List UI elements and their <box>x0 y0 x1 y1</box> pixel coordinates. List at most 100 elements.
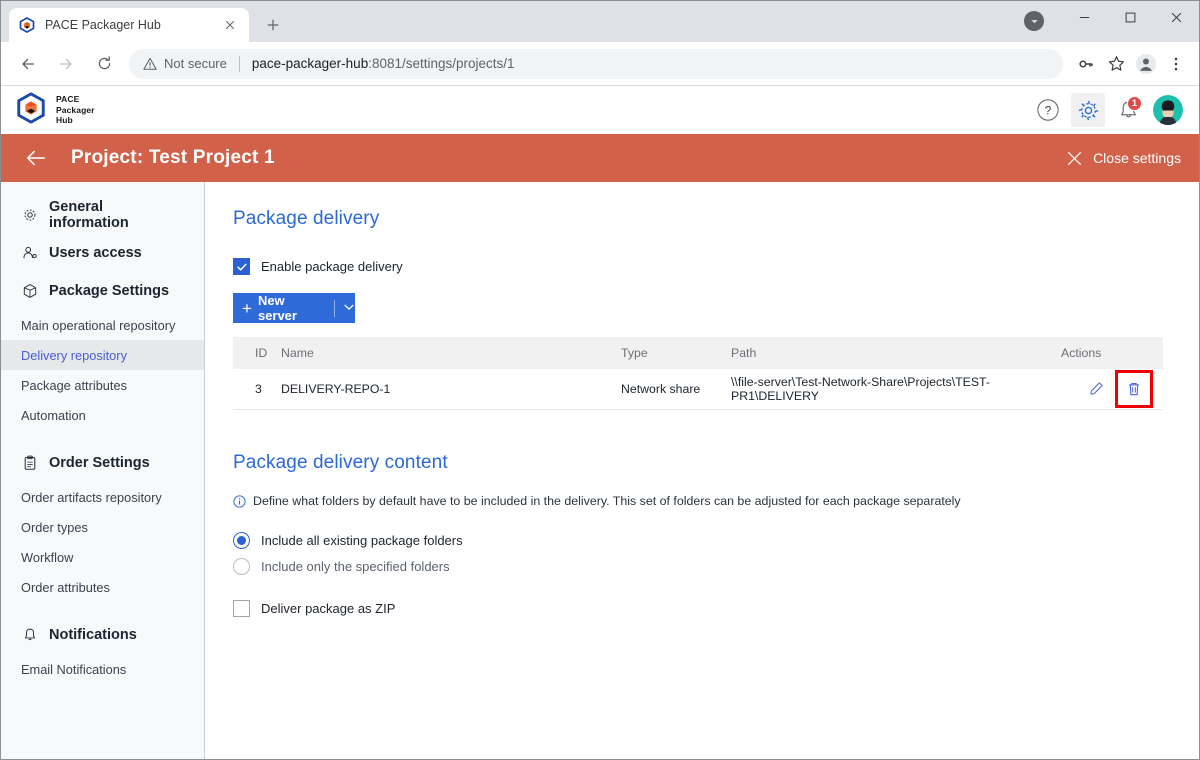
sidebar-item-label: General information <box>49 199 129 231</box>
new-server-label: New server <box>257 293 297 323</box>
sidebar-item-workflow[interactable]: Workflow <box>1 542 204 572</box>
sidebar-item-package-attributes[interactable]: Package attributes <box>1 370 204 400</box>
trash-delete-icon[interactable] <box>1123 378 1145 400</box>
package-delivery-content-section: Package delivery content Define what fol… <box>233 452 1169 617</box>
radio-selected-icon <box>233 532 250 549</box>
sidebar-item-notifications[interactable]: Notifications <box>1 616 204 654</box>
cell-name: DELIVERY-REPO-1 <box>275 369 615 410</box>
sidebar-item-label: Main operational repository <box>21 317 176 333</box>
minimize-icon[interactable] <box>1061 1 1107 33</box>
sidebar-item-order-settings[interactable]: Order Settings <box>1 444 204 482</box>
sidebar-item-label: Notifications <box>49 627 137 643</box>
radio-label: Include only the specified folders <box>261 559 450 574</box>
new-tab-button[interactable] <box>259 11 287 39</box>
table-row[interactable]: 3 DELIVERY-REPO-1 Network share \\file-s… <box>233 369 1163 410</box>
star-icon[interactable] <box>1101 49 1131 79</box>
help-button[interactable]: ? <box>1031 93 1065 127</box>
cell-actions <box>1055 369 1163 410</box>
radio-include-all-folders[interactable]: Include all existing package folders <box>233 528 1169 554</box>
sidebar-item-order-attributes[interactable]: Order attributes <box>1 572 204 602</box>
settings-body: General information Users access Package… <box>1 182 1199 759</box>
sidebar-item-order-artifacts-repository[interactable]: Order artifacts repository <box>1 482 204 512</box>
cell-id: 3 <box>233 369 275 410</box>
address-bar[interactable]: Not secure pace-packager-hub:8081/settin… <box>129 48 1063 79</box>
settings-content: Package delivery Enable package delivery… <box>205 182 1199 759</box>
table-header-row: ID Name Type Path Actions <box>233 337 1163 369</box>
sidebar-item-automation[interactable]: Automation <box>1 400 204 430</box>
header-actions: ? 1 <box>1031 93 1185 127</box>
url-path: :8081/settings/projects/1 <box>368 56 515 71</box>
sidebar-item-label: Delivery repository <box>21 347 127 363</box>
cell-path: \\file-server\Test-Network-Share\Project… <box>725 369 1055 410</box>
radio-include-specified-folders[interactable]: Include only the specified folders <box>233 554 1169 580</box>
page-title: Project: Test Project 1 <box>71 147 275 168</box>
avatar-button[interactable] <box>1151 93 1185 127</box>
gear-icon <box>21 207 38 224</box>
pencil-edit-icon[interactable] <box>1085 378 1107 400</box>
chevron-down-icon[interactable] <box>343 301 355 316</box>
enable-package-delivery-label: Enable package delivery <box>261 259 403 274</box>
sidebar-item-package-settings[interactable]: Package Settings <box>1 272 204 310</box>
sidebar-item-delivery-repository[interactable]: Delivery repository <box>1 340 204 370</box>
window-close-icon[interactable] <box>1153 1 1199 33</box>
three-dot-menu-icon[interactable] <box>1161 49 1191 79</box>
tab-close-icon[interactable] <box>221 16 239 34</box>
security-label: Not secure <box>164 56 227 71</box>
notification-count-badge: 1 <box>1127 96 1142 111</box>
brand-line-2: Packager <box>56 104 95 115</box>
column-header-id: ID <box>233 337 275 369</box>
tab-title: PACE Packager Hub <box>45 18 161 32</box>
sidebar-item-label: Email Notifications <box>21 661 127 677</box>
app-header: PACE Packager Hub ? 1 <box>1 86 1199 134</box>
sidebar-item-label: Package attributes <box>21 377 127 393</box>
row-actions <box>1061 369 1153 408</box>
sidebar-item-label: Order Settings <box>49 455 150 471</box>
help-question-icon: ? <box>1037 99 1059 121</box>
sidebar-item-label: Workflow <box>21 549 74 565</box>
new-server-button[interactable]: + New server <box>233 293 355 323</box>
close-settings-button[interactable]: Close settings <box>1067 150 1181 166</box>
package-delivery-content-title: Package delivery content <box>233 451 448 473</box>
sidebar-item-order-types[interactable]: Order types <box>1 512 204 542</box>
url-host: pace-packager-hub <box>251 56 369 71</box>
settings-button[interactable] <box>1071 93 1105 127</box>
gear-icon <box>1078 100 1098 120</box>
browser-toolbar: Not secure pace-packager-hub:8081/settin… <box>1 42 1199 86</box>
close-x-icon <box>1068 151 1082 165</box>
sidebar-item-email-notifications[interactable]: Email Notifications <box>1 654 204 684</box>
deliver-as-zip-label: Deliver package as ZIP <box>261 600 396 616</box>
app-logo[interactable]: PACE Packager Hub <box>15 91 95 129</box>
security-indicator[interactable]: Not secure <box>143 56 227 71</box>
cell-type: Network share <box>615 369 725 410</box>
profile-avatar-icon[interactable] <box>1131 49 1161 79</box>
delivery-content-hint: Define what folders by default have to b… <box>233 494 1169 508</box>
tab-search-caret-icon[interactable] <box>1024 11 1044 31</box>
key-icon[interactable] <box>1071 49 1101 79</box>
deliver-as-zip-checkbox[interactable]: Deliver package as ZIP <box>233 599 1169 617</box>
forward-arrow-icon[interactable] <box>50 48 82 80</box>
settings-back-arrow-icon[interactable] <box>23 145 49 171</box>
close-settings-label: Close settings <box>1093 150 1181 166</box>
sidebar-item-label: Automation <box>21 407 86 423</box>
notifications-button[interactable]: 1 <box>1111 93 1145 127</box>
pace-cube-logo-icon <box>15 91 47 129</box>
sidebar-item-general-information[interactable]: General information <box>1 196 204 234</box>
reload-icon[interactable] <box>88 48 120 80</box>
sidebar-item-users-access[interactable]: Users access <box>1 234 204 272</box>
enable-package-delivery-checkbox[interactable]: Enable package delivery <box>233 258 1169 275</box>
column-header-type: Type <box>615 337 725 369</box>
not-secure-warning-icon <box>143 57 157 70</box>
user-avatar-icon <box>1153 95 1183 125</box>
omnibox-divider <box>238 55 240 72</box>
browser-tab[interactable]: PACE Packager Hub <box>9 8 249 42</box>
column-header-name: Name <box>275 337 615 369</box>
tab-strip: PACE Packager Hub <box>1 8 287 42</box>
svg-text:?: ? <box>1045 104 1052 118</box>
sidebar-item-label: Order artifacts repository <box>21 489 162 505</box>
bell-icon <box>21 627 38 644</box>
back-arrow-icon[interactable] <box>12 48 44 80</box>
pace-cube-favicon-icon <box>19 17 35 33</box>
sidebar-item-main-operational-repository[interactable]: Main operational repository <box>1 310 204 340</box>
maximize-icon[interactable] <box>1107 1 1153 33</box>
sidebar-item-label: Order types <box>21 519 88 535</box>
